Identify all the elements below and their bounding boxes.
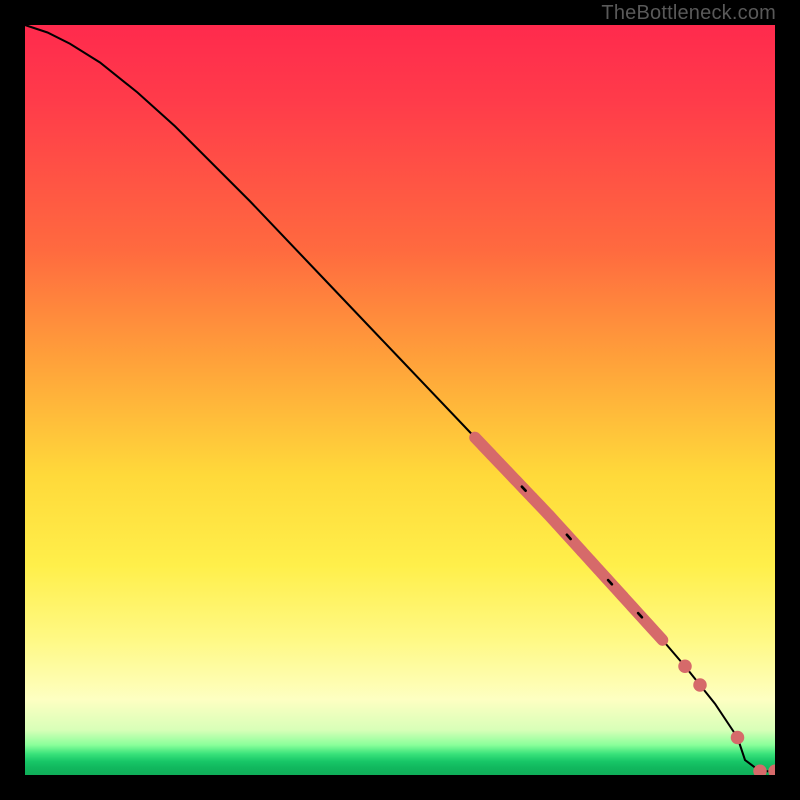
watermark-text: TheBottleneck.com	[601, 2, 776, 25]
chart-marker-segment	[657, 633, 663, 640]
chart-data-marker	[768, 765, 775, 776]
chart-marker-layer	[475, 438, 775, 776]
chart-data-marker	[693, 678, 707, 692]
chart-curve-path	[25, 25, 775, 771]
chart-svg	[25, 25, 775, 775]
chart-stage: TheBottleneck.com	[0, 0, 800, 800]
chart-data-marker	[753, 765, 767, 776]
chart-data-marker	[731, 731, 745, 745]
chart-data-marker	[678, 660, 692, 674]
plot-area	[25, 25, 775, 775]
